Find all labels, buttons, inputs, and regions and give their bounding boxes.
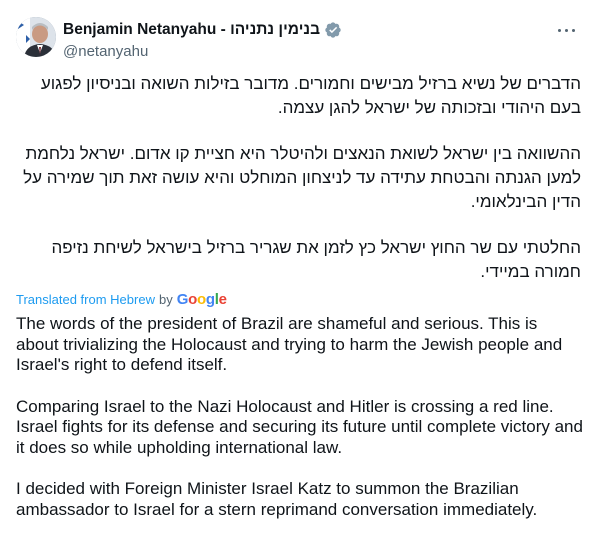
author-name-row[interactable]: Benjamin Netanyahu - בנימין נתניהו: [63, 20, 342, 40]
author-names: Benjamin Netanyahu - בנימין נתניהו @neta…: [63, 20, 342, 62]
tweet: Benjamin Netanyahu - בנימין נתניהו @neta…: [0, 0, 597, 531]
tweet-text-english: The words of the president of Brazil are…: [16, 314, 583, 541]
english-paragraph: Comparing Israel to the Nazi Holocaust a…: [16, 396, 583, 457]
author-name[interactable]: Benjamin Netanyahu - בנימין נתניהו: [63, 20, 320, 40]
english-paragraph: I decided with Foreign Minister Israel K…: [16, 479, 538, 519]
translated-by-text: by: [158, 292, 173, 307]
hebrew-paragraph: החלטתי עם שר החוץ ישראל כץ לזמן את שגריר…: [51, 238, 581, 281]
avatar[interactable]: [16, 17, 56, 57]
english-paragraph: The words of the president of Brazil are…: [16, 314, 563, 374]
tweet-text-hebrew: הדברים של נשיא ברזיל מבישים וחמורים. מדו…: [16, 72, 581, 306]
translation-attribution: Translated from Hebrew by Google: [16, 291, 227, 308]
google-logo[interactable]: Google: [177, 291, 227, 308]
more-options-icon[interactable]: [555, 22, 579, 38]
translated-from-link[interactable]: Translated from Hebrew: [16, 292, 155, 307]
hebrew-paragraph: הדברים של נשיא ברזיל מבישים וחמורים. מדו…: [40, 74, 581, 117]
verified-badge-icon[interactable]: [324, 21, 342, 39]
author-handle[interactable]: @netanyahu: [63, 42, 342, 62]
hebrew-paragraph: ההשוואה בין ישראל לשואת הנאצים ולהיטלר ה…: [23, 144, 581, 211]
tweet-header: Benjamin Netanyahu - בנימין נתניהו @neta…: [16, 14, 585, 62]
